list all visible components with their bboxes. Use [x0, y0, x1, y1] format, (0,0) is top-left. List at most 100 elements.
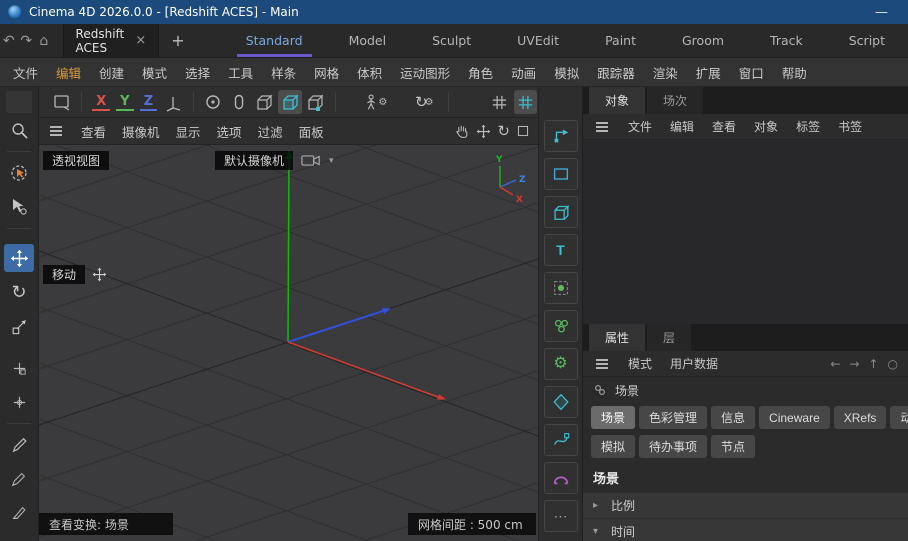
menu-tracker[interactable]: 跟踪器	[588, 63, 644, 82]
field-object-button[interactable]	[544, 386, 578, 418]
minimize-button[interactable]: —	[863, 5, 900, 20]
menu-file[interactable]: 文件	[4, 63, 47, 82]
om-menu-tags[interactable]: 标签	[787, 118, 829, 135]
view-name-label[interactable]: 透视视图	[43, 151, 109, 170]
sketch-pen-tool-button[interactable]	[4, 465, 34, 493]
attr-tab-color-management[interactable]: 色彩管理	[639, 406, 707, 429]
axis-mode-button[interactable]	[227, 90, 250, 114]
coordinate-system-button[interactable]	[161, 90, 184, 114]
workspace-standard[interactable]: Standard	[223, 24, 326, 57]
selection-settings-tool-button[interactable]	[4, 193, 34, 221]
parent-object-icon[interactable]: ↑	[868, 357, 878, 371]
spline-modifier-button[interactable]	[544, 424, 578, 456]
cube-object-button[interactable]	[544, 196, 578, 228]
viewport-hamburger-icon[interactable]	[47, 123, 65, 139]
pan-hand-icon[interactable]	[454, 123, 470, 139]
knife-tool-button[interactable]	[4, 499, 34, 527]
auto-update-button[interactable]: ↻ ⚙	[409, 90, 440, 114]
menu-mesh[interactable]: 网格	[305, 63, 348, 82]
scale-tool-button[interactable]	[4, 312, 34, 340]
rectangle-spline-button[interactable]	[544, 158, 578, 190]
workspace-model[interactable]: Model	[326, 24, 410, 57]
menu-animate[interactable]: 动画	[502, 63, 545, 82]
am-menu-mode[interactable]: 模式	[619, 355, 661, 372]
live-selection-tool-button[interactable]	[4, 159, 34, 187]
more-objects-button[interactable]: ⋯	[544, 500, 578, 532]
vp-menu-cameras[interactable]: 摄像机	[114, 122, 168, 141]
instance-object-button[interactable]	[544, 272, 578, 304]
om-menu-edit[interactable]: 编辑	[661, 118, 703, 135]
generator-button[interactable]: ⚙	[544, 348, 578, 380]
menu-tools[interactable]: 工具	[219, 63, 262, 82]
group-time[interactable]: ▾ 时间	[583, 518, 908, 541]
quantize-button[interactable]	[514, 90, 537, 114]
workspace-sculpt[interactable]: Sculpt	[409, 24, 494, 57]
am-menu-userdata[interactable]: 用户数据	[661, 355, 727, 372]
workspace-paint[interactable]: Paint	[582, 24, 659, 57]
move-tool-button[interactable]	[4, 244, 34, 272]
menu-simulate[interactable]: 模拟	[545, 63, 588, 82]
workspace-groom[interactable]: Groom	[659, 24, 747, 57]
axis-modify-tool-button[interactable]	[4, 388, 34, 416]
workspace-uvedit[interactable]: UVEdit	[494, 24, 582, 57]
menu-create[interactable]: 创建	[90, 63, 133, 82]
vp-menu-options[interactable]: 选项	[209, 122, 250, 141]
menu-extensions[interactable]: 扩展	[687, 63, 730, 82]
tab-attributes[interactable]: 属性	[589, 324, 645, 351]
menu-select[interactable]: 选择	[176, 63, 219, 82]
menu-spline[interactable]: 样条	[262, 63, 305, 82]
axis-gizmo[interactable]: Y Z X	[472, 151, 528, 205]
attr-tab-scene[interactable]: 场景	[591, 406, 635, 429]
camera-name-label[interactable]: 默认摄像机	[215, 151, 293, 170]
tab-layers[interactable]: 层	[647, 324, 691, 351]
rotate-tool-button[interactable]: ↻	[4, 278, 34, 306]
tweak-spline-button[interactable]	[544, 120, 578, 152]
vp-menu-filter[interactable]: 过滤	[250, 122, 291, 141]
menu-window[interactable]: 窗口	[730, 63, 773, 82]
vp-menu-panel[interactable]: 面板	[291, 122, 332, 141]
om-menu-view[interactable]: 查看	[703, 118, 745, 135]
om-menu-bookmarks[interactable]: 书签	[829, 118, 871, 135]
text-object-button[interactable]: T	[544, 234, 578, 266]
attribute-manager-hamburger-icon[interactable]	[593, 356, 611, 372]
tab-takes[interactable]: 场次	[647, 87, 703, 114]
snap-grid-button[interactable]	[488, 90, 511, 114]
camera-icon[interactable]	[301, 154, 321, 167]
axis-move-tool-button[interactable]	[4, 354, 34, 382]
pan-move-icon[interactable]	[476, 124, 491, 139]
attr-tab-todo[interactable]: 待办事项	[639, 435, 707, 458]
attr-tab-nodes[interactable]: 节点	[711, 435, 755, 458]
attr-tab-simulation[interactable]: 模拟	[591, 435, 635, 458]
lock-z-axis-button[interactable]: Z	[140, 94, 158, 111]
attr-tab-xrefs[interactable]: XRefs	[834, 406, 887, 429]
model-mode-button[interactable]	[202, 90, 225, 114]
bend-deformer-button[interactable]	[544, 462, 578, 494]
maximize-view-icon[interactable]	[516, 124, 530, 138]
camera-dropdown-icon[interactable]: ▾	[329, 156, 334, 166]
viewport-canvas[interactable]: 透视视图 默认摄像机 ▾ 移动 Y Z	[39, 145, 538, 541]
workspace-script[interactable]: Script	[826, 24, 908, 57]
workspace-track[interactable]: Track	[747, 24, 826, 57]
zoom-tool-button[interactable]	[4, 116, 34, 144]
vp-menu-display[interactable]: 显示	[168, 122, 209, 141]
redo-layout-icon[interactable]: ↷	[18, 33, 36, 49]
group-scale[interactable]: ▸ 比例	[583, 492, 908, 518]
add-tab-button[interactable]: +	[171, 31, 184, 50]
menu-character[interactable]: 角色	[459, 63, 502, 82]
palette-grip[interactable]	[6, 91, 32, 113]
menu-mograph[interactable]: 运动图形	[391, 63, 459, 82]
expanded-arrow-icon[interactable]: ▾	[593, 526, 603, 537]
history-back-icon[interactable]: ←	[830, 357, 840, 371]
menu-render[interactable]: 渲染	[644, 63, 687, 82]
attr-tab-cineware[interactable]: Cineware	[759, 406, 830, 429]
lock-y-axis-button[interactable]: Y	[116, 94, 134, 111]
om-menu-objects[interactable]: 对象	[745, 118, 787, 135]
home-icon[interactable]: ⌂	[35, 33, 53, 49]
menu-volume[interactable]: 体积	[348, 63, 391, 82]
pen-tool-button[interactable]	[4, 431, 34, 459]
search-icon[interactable]: ○	[888, 357, 898, 371]
menu-mode[interactable]: 模式	[133, 63, 176, 82]
history-forward-icon[interactable]: →	[849, 357, 859, 371]
menu-edit[interactable]: 编辑	[47, 63, 90, 82]
character-mode-button[interactable]: ⚙	[360, 90, 391, 114]
